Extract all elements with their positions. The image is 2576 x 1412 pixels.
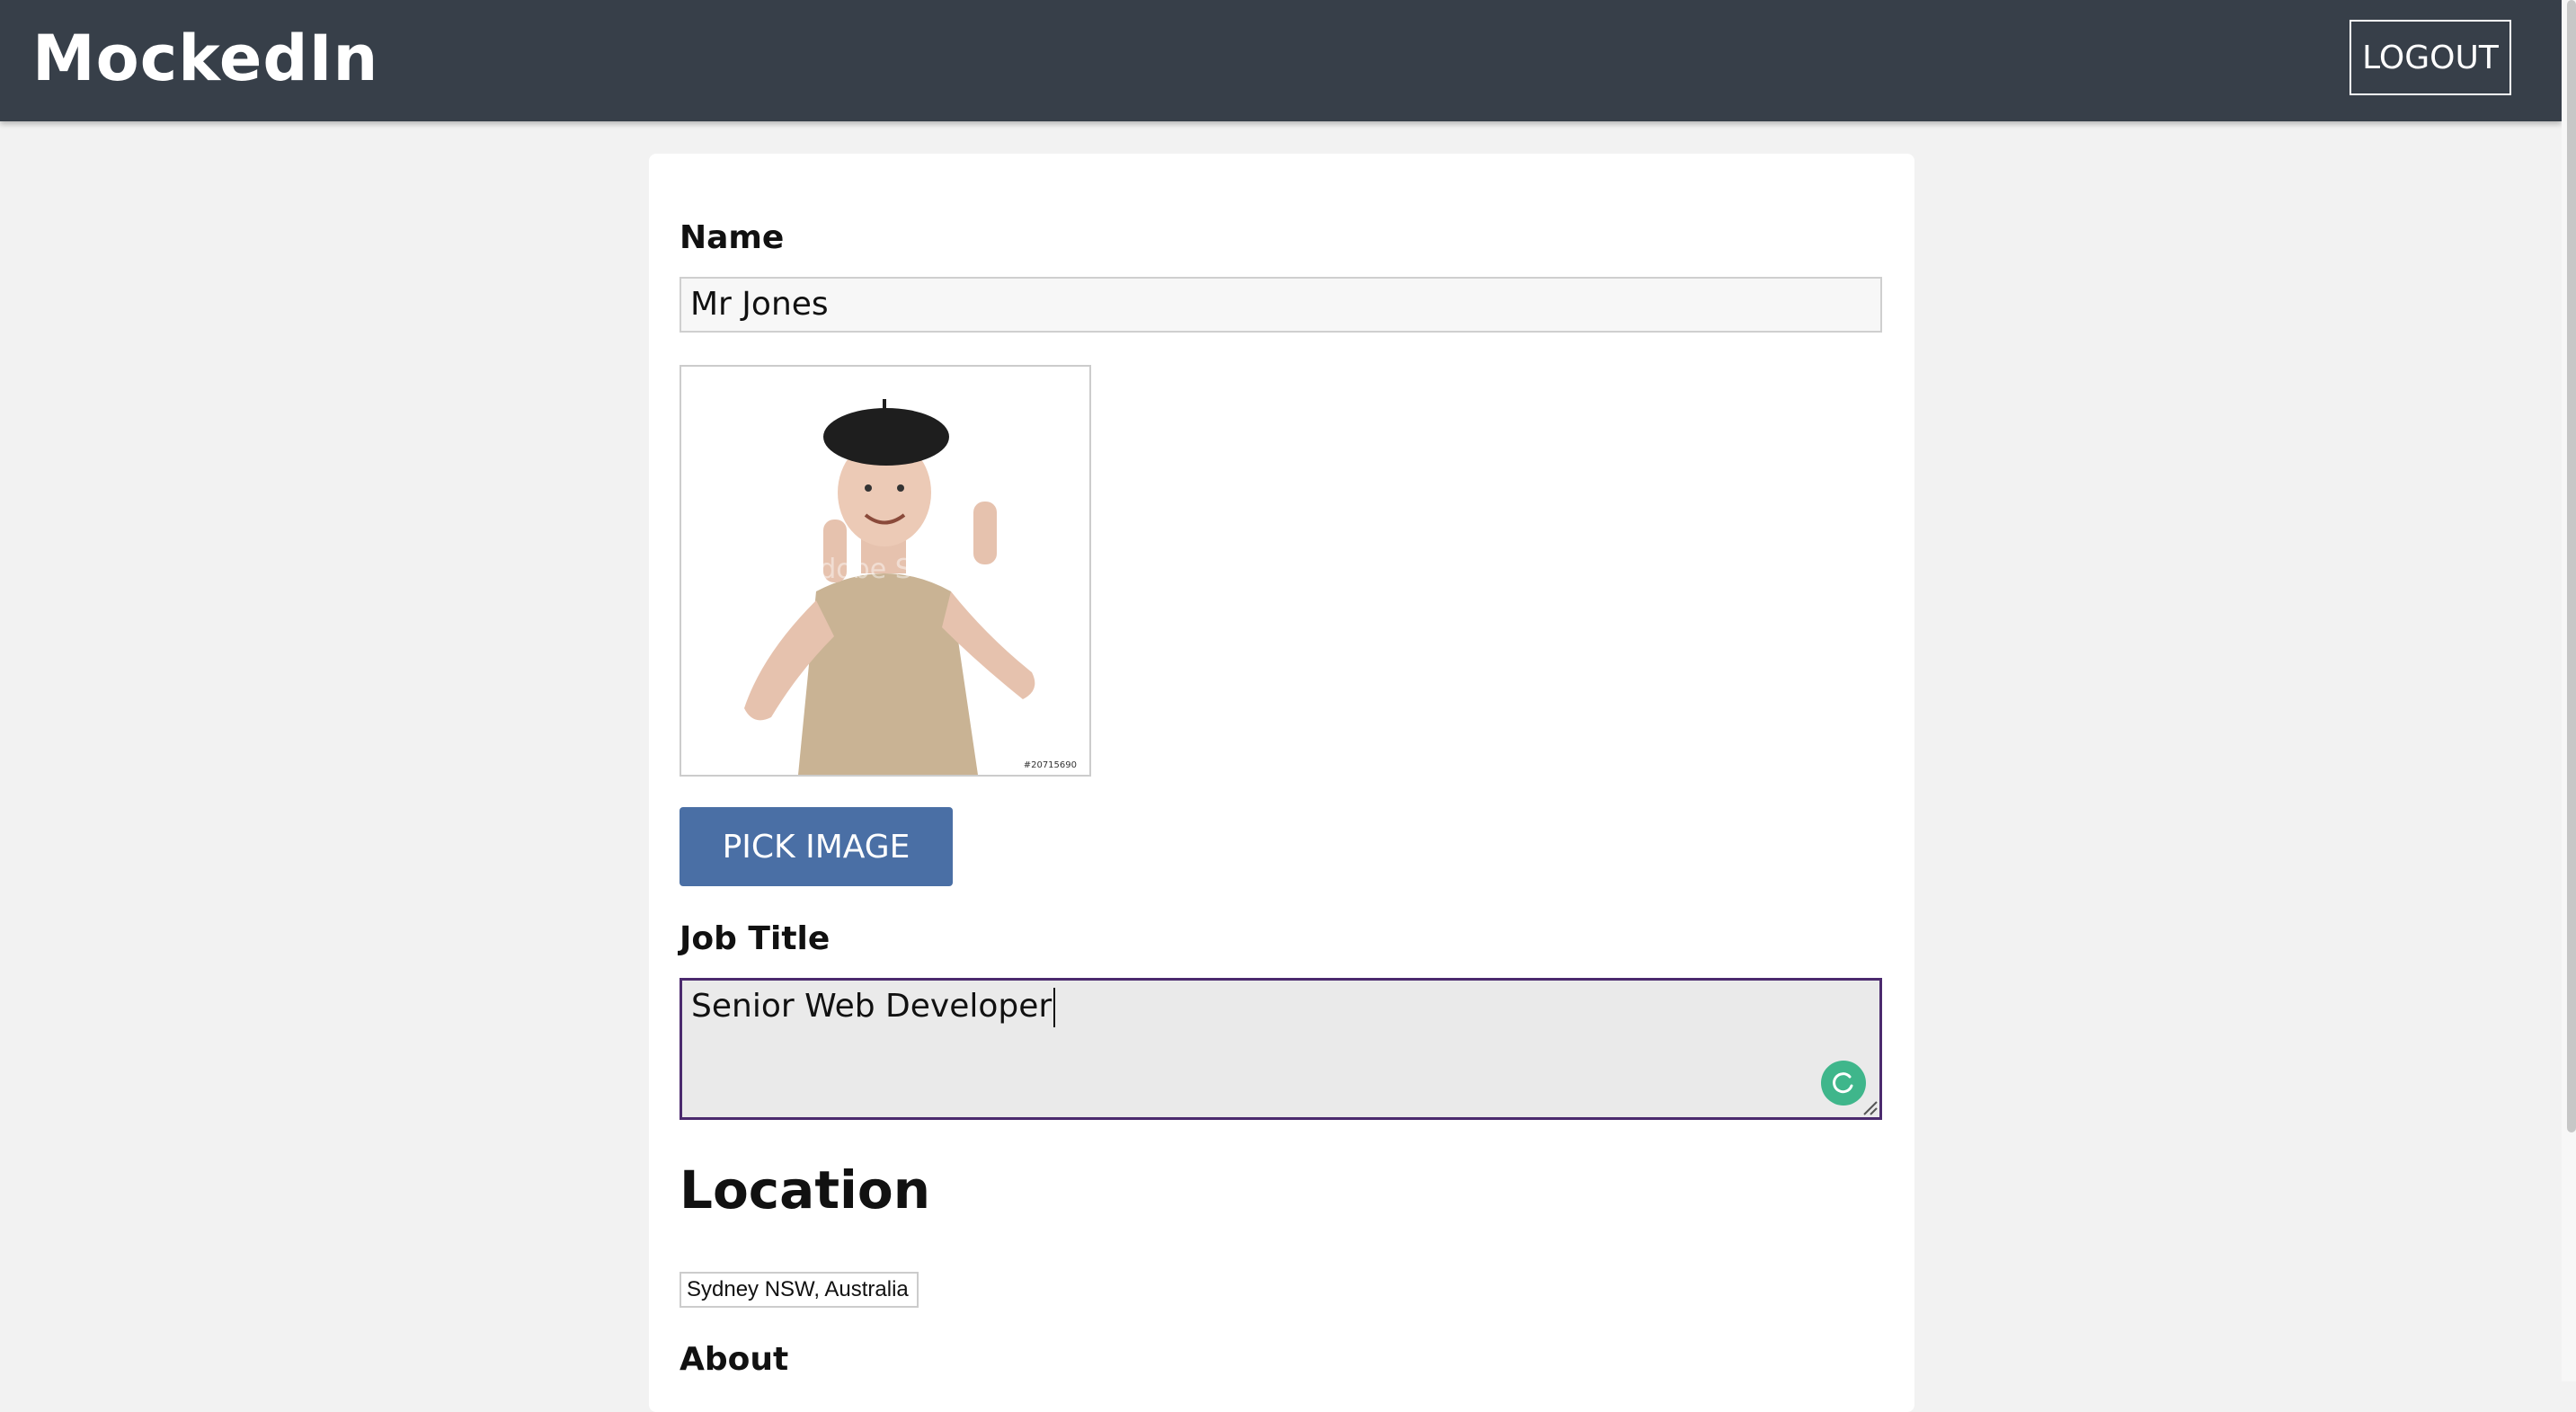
- grammar-check-icon[interactable]: [1821, 1061, 1866, 1106]
- svg-text:Adobe Stock: Adobe Stock: [801, 554, 970, 585]
- text-caret: [1053, 988, 1056, 1027]
- job-title-text: Senior Web Developer: [691, 988, 1053, 1025]
- job-title-textarea[interactable]: Senior Web Developer: [680, 978, 1882, 1120]
- scrollbar-thumb[interactable]: [2567, 0, 2576, 1132]
- profile-photo: Adobe Stock #20715690: [680, 365, 1091, 777]
- brand-logo[interactable]: MockedIn: [32, 22, 378, 95]
- name-input[interactable]: Mr Jones: [680, 277, 1882, 333]
- svg-text:#20715690: #20715690: [1024, 760, 1077, 770]
- job-title-label: Job Title: [680, 920, 831, 957]
- name-label: Name: [680, 219, 785, 256]
- location-heading: Location: [680, 1159, 931, 1221]
- logout-button[interactable]: LOGOUT: [2349, 20, 2511, 95]
- pick-image-button[interactable]: PICK IMAGE: [680, 807, 953, 886]
- top-navbar: MockedIn LOGOUT: [0, 0, 2562, 121]
- profile-form-card: [649, 154, 1914, 1412]
- grammar-check-glyph: [1833, 1072, 1853, 1094]
- about-label: About: [680, 1341, 789, 1378]
- resize-handle-icon[interactable]: [1862, 1100, 1879, 1116]
- profile-photo-illustration: Adobe Stock #20715690: [681, 367, 1089, 775]
- location-input[interactable]: Sydney NSW, Australia: [680, 1272, 919, 1308]
